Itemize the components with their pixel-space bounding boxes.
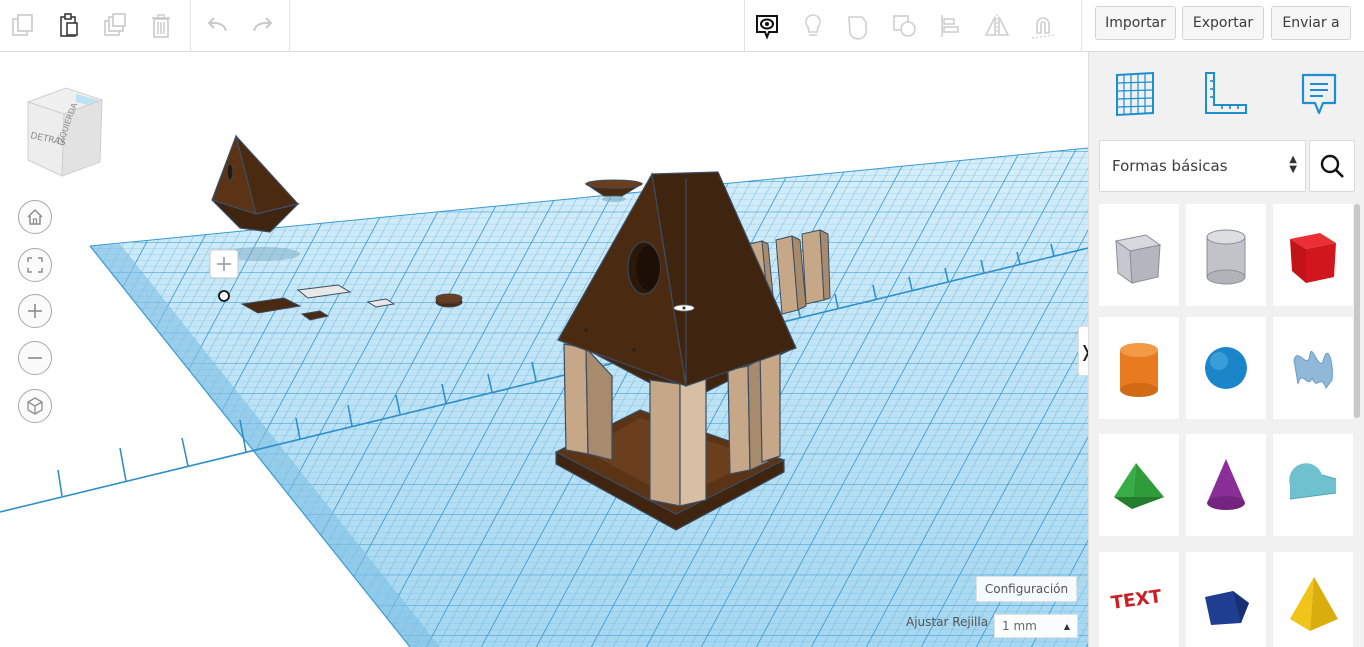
toolbar-divider [190,0,191,51]
search-icon[interactable] [1309,140,1355,192]
perspective-icon[interactable] [18,389,52,423]
magnet-icon[interactable] [1020,4,1066,48]
view-cube[interactable]: DETRÁS IZQUIERDA [22,84,106,180]
workplane-scene[interactable] [0,52,1088,647]
home-icon[interactable] [18,200,52,234]
edit-tools [0,0,184,51]
shape-cylinder[interactable] [1099,317,1179,419]
redo-icon[interactable] [240,4,286,48]
panel-scrollbar[interactable] [1354,204,1360,418]
snap-grid-label: Ajustar Rejilla [906,615,989,629]
zoom-out-icon[interactable] [18,341,52,375]
export-button[interactable]: Exportar [1182,6,1264,40]
fit-icon[interactable] [18,248,52,282]
lightbulb-icon[interactable] [790,4,836,48]
mirror-icon[interactable] [974,4,1020,48]
shape-roof[interactable] [1099,434,1179,536]
trash-icon[interactable] [138,4,184,48]
shape-category-select[interactable]: Formas básicas ▲ ▼ [1099,140,1306,192]
shape-cylinder-hole[interactable] [1186,204,1266,306]
history-tools [194,0,286,51]
toolbar-divider [289,0,290,51]
caret-up-icon: ▲ [1063,622,1070,631]
snap-grid-select[interactable]: 1 mm ▲ [994,614,1078,638]
shape-round-roof[interactable] [1273,434,1353,536]
view-tools [744,0,1066,51]
shape-box[interactable] [1273,204,1353,306]
zoom-in-icon[interactable] [18,294,52,328]
3d-viewport[interactable]: DETRÁS IZQUIERDA Configuración Ajustar R… [0,52,1088,647]
notes-icon[interactable] [744,4,790,48]
shape-pyramid[interactable] [1273,552,1353,647]
ruler-icon[interactable] [1199,66,1251,122]
duplicate-icon[interactable] [92,4,138,48]
notes-panel-icon[interactable] [1293,66,1345,122]
align-icon[interactable] [928,4,974,48]
copy-icon[interactable] [0,4,46,48]
shape-category-label: Formas básicas [1112,157,1228,175]
shape-box-hole[interactable] [1099,204,1179,306]
shape-sphere[interactable] [1186,317,1266,419]
select-arrows-icon: ▲ ▼ [1289,154,1297,175]
top-toolbar: Importar Exportar Enviar a [0,0,1364,52]
group-icon[interactable] [836,4,882,48]
import-button[interactable]: Importar [1095,6,1176,40]
undo-icon[interactable] [194,4,240,48]
workplane-icon[interactable] [1109,66,1161,122]
shapes-panel: Formas básicas ▲ ▼ TEXT [1088,52,1364,647]
shape-scribble[interactable] [1273,317,1353,419]
tinkercad-editor: Importar Exportar Enviar a DETRÁS IZQUIE… [0,0,1364,647]
toolbar-divider [1081,0,1082,51]
paste-icon[interactable] [46,4,92,48]
shape-text[interactable]: TEXT [1099,552,1179,647]
shape-cone[interactable] [1186,434,1266,536]
snap-grid-value: 1 mm [1002,619,1037,633]
config-button[interactable]: Configuración [976,576,1077,602]
shape-polygon[interactable] [1186,552,1266,647]
ungroup-icon[interactable] [882,4,928,48]
send-to-button[interactable]: Enviar a [1271,6,1351,40]
svg-text:TEXT: TEXT [1110,586,1164,614]
